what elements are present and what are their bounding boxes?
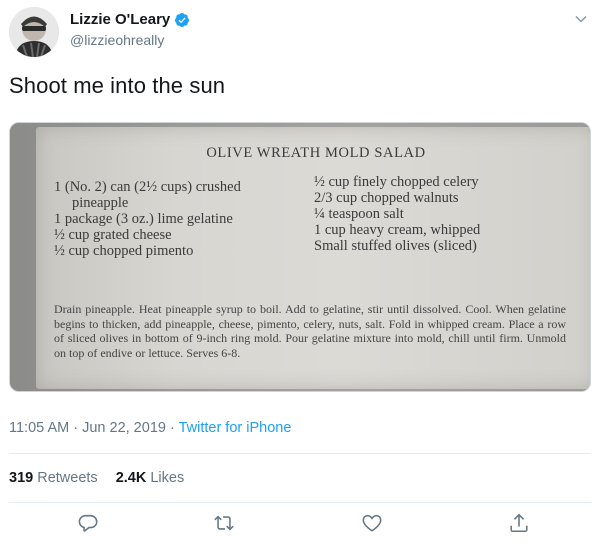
meta-separator: · (165, 420, 179, 436)
heart-icon[interactable] (361, 512, 385, 536)
ingredient-line: 1 (No. 2) can (2½ cups) crushed (54, 179, 241, 195)
ingredients-right: ½ cup finely chopped celery 2/3 cup chop… (314, 174, 574, 254)
likes-count: 2.4K (115, 470, 147, 486)
verified-badge-icon (174, 12, 190, 28)
retweets-stat[interactable]: 319 Retweets (9, 470, 98, 486)
likes-stat[interactable]: 2.4K Likes (116, 470, 185, 486)
ingredient-line: ¼ teaspoon salt (314, 206, 404, 222)
meta-separator: · (69, 420, 83, 436)
handle[interactable]: @lizzieohreally (70, 32, 164, 48)
tweet-meta: 11:05 AM · Jun 22, 2019 · Twitter for iP… (9, 420, 291, 436)
tweet-text: Shoot me into the sun (9, 73, 226, 98)
cookbook-page: OLIVE WREATH MOLD SALAD 1 (No. 2) can (2… (36, 127, 590, 389)
ingredient-line: 1 package (3 oz.) lime gelatine (54, 211, 233, 227)
ingredient-line: ½ cup grated cheese (54, 227, 172, 243)
retweet-icon[interactable] (213, 512, 237, 536)
ingredient-line: Small stuffed olives (sliced) (314, 238, 477, 254)
retweets-label: Retweets (37, 470, 98, 486)
share-icon[interactable] (508, 512, 532, 536)
divider (9, 453, 591, 454)
ingredient-line: 2/3 cup chopped walnuts (314, 190, 459, 206)
ingredient-line: ½ cup finely chopped celery (314, 174, 479, 190)
recipe-title: OLIVE WREATH MOLD SALAD (206, 145, 426, 161)
ingredient-line: 1 cup heavy cream, whipped (314, 222, 481, 238)
tweet-stats: 319 Retweets 2.4K Likes (9, 470, 184, 486)
ingredient-line: ½ cup chopped pimento (54, 243, 194, 259)
tweet-photo[interactable]: OLIVE WREATH MOLD SALAD 1 (No. 2) can (2… (9, 122, 591, 392)
tweet-date[interactable]: Jun 22, 2019 (82, 420, 166, 436)
display-name-text[interactable]: Lizzie O'Leary (70, 11, 170, 28)
reply-icon[interactable] (77, 512, 101, 536)
divider (9, 502, 591, 503)
ingredient-line: pineapple (72, 195, 129, 211)
recipe-directions: Drain pineapple. Heat pineapple syrup to… (54, 302, 566, 360)
retweets-count: 319 (9, 470, 34, 486)
chevron-down-icon[interactable] (574, 12, 588, 26)
likes-label: Likes (150, 470, 185, 486)
tweet-source-link[interactable]: Twitter for iPhone (179, 420, 292, 436)
avatar[interactable] (9, 7, 59, 57)
tweet-time[interactable]: 11:05 AM (9, 420, 69, 436)
tweet-actions (0, 512, 600, 542)
ingredients-left: 1 (No. 2) can (2½ cups) crushed pineappl… (54, 179, 314, 259)
display-name[interactable]: Lizzie O'Leary (70, 11, 190, 28)
